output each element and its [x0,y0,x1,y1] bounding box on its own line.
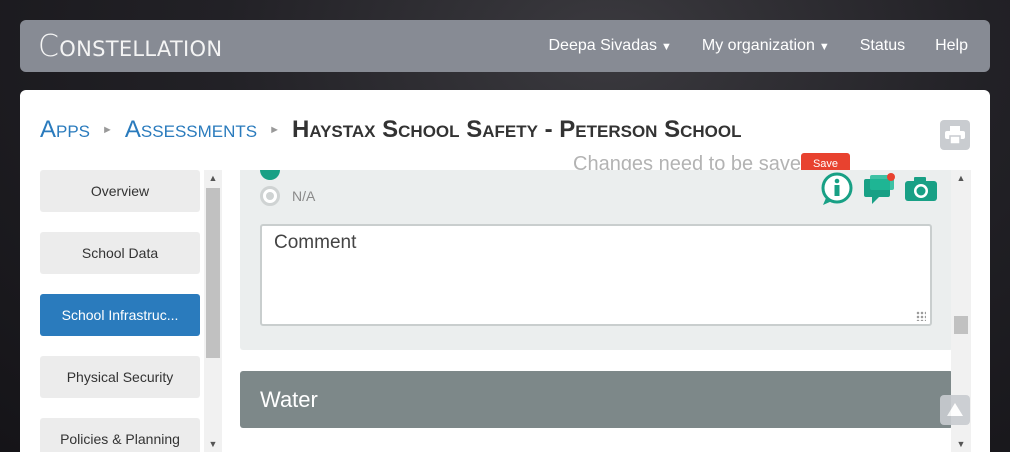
content-scroll-thumb[interactable] [954,316,968,334]
radio-label-na: N/A [292,188,316,204]
breadcrumb: Apps ► Assessments ► Haystax School Safe… [40,116,742,144]
nav-menu: Deepa Sivadas ▼ My organization ▼ Status H… [518,20,968,72]
section-title: Water [260,386,318,412]
breadcrumb-assessments[interactable]: Assessments [125,116,257,144]
nav-user-menu[interactable]: Deepa Sivadas ▼ [548,37,671,55]
sidebar-item-school-data[interactable]: School Data [40,232,200,274]
nav-status[interactable]: Status [860,37,905,55]
page-title: Haystax School Safety - Peterson School [292,116,742,143]
nav-organization-menu[interactable]: My organization ▼ [702,37,830,55]
sidebar-scrollbar[interactable]: ▲ ▼ [204,170,222,452]
radio-option-selected[interactable] [260,170,280,180]
nav-help[interactable]: Help [935,37,968,55]
question-actions [820,172,946,206]
logo-rest: ONSTELLATION [59,36,223,61]
sidebar-item-school-infrastructure[interactable]: School Infrastruc... [40,294,200,336]
breadcrumb-separator-icon: ► [269,124,281,136]
sidebar-item-policies-planning[interactable]: Policies & Planning [40,418,200,452]
scroll-up-icon[interactable]: ▲ [951,170,971,186]
breadcrumb-separator-icon: ► [102,124,113,136]
constellation-logo[interactable]: CONSTELLATION [38,29,222,64]
sidebar-scroll-thumb[interactable] [206,188,220,358]
comment-textarea[interactable]: Comment [260,224,932,326]
logo-first-letter: C [38,28,60,64]
assessment-content: N/A Comment Water [240,170,970,452]
radio-option-na[interactable] [260,186,280,206]
nav-user-label: Deepa Sivadas [548,37,657,54]
info-icon[interactable] [820,172,854,206]
top-navbar: CONSTELLATION Deepa Sivadas ▼ My organiza… [20,20,990,72]
question-card: N/A Comment [240,170,953,350]
resize-grip-icon[interactable] [916,311,926,321]
scroll-up-icon[interactable]: ▲ [204,170,222,186]
section-sidebar: Overview School Data School Infrastruc..… [40,170,222,452]
scroll-down-icon[interactable]: ▼ [951,436,971,452]
comment-placeholder: Comment [274,232,357,253]
sidebar-item-physical-security[interactable]: Physical Security [40,356,200,398]
logo-text: CONSTELLATION [38,29,222,64]
caret-down-icon: ▼ [661,41,672,53]
camera-icon[interactable] [904,175,938,203]
breadcrumb-apps[interactable]: Apps [40,116,90,144]
printer-icon [945,126,965,144]
main-panel: Apps ► Assessments ► Haystax School Safe… [20,90,990,452]
sidebar-item-overview[interactable]: Overview [40,170,200,212]
section-header-water[interactable]: Water [240,371,953,428]
caret-down-icon: ▼ [818,41,830,53]
scroll-down-icon[interactable]: ▼ [204,436,222,452]
arrow-up-icon [947,403,963,416]
print-button[interactable] [940,120,970,150]
scroll-to-top-button[interactable] [940,395,970,425]
comments-icon[interactable] [862,173,896,205]
nav-organization-label: My organization [701,37,815,54]
